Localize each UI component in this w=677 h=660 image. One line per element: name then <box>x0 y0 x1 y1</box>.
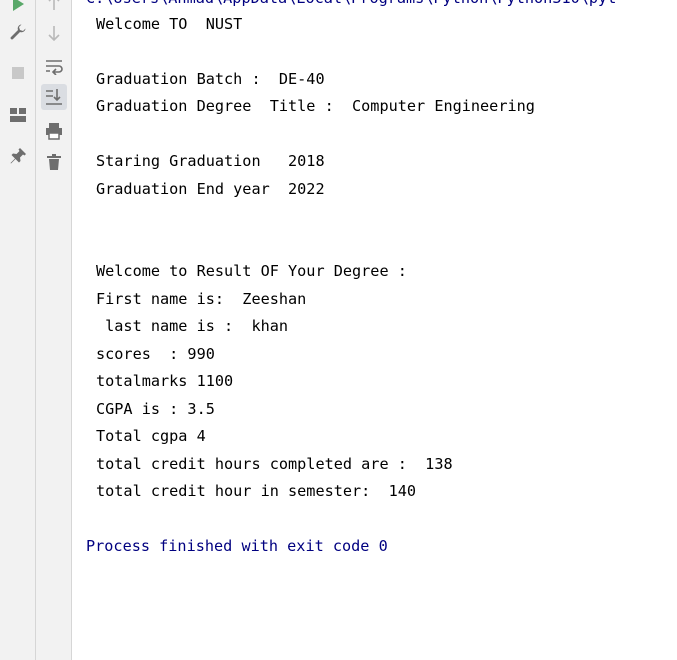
scroll-to-end-icon <box>45 88 63 106</box>
console-line: Total cgpa 4 <box>96 427 206 445</box>
run-toolbar-right <box>36 0 72 660</box>
run-toolbar-left <box>0 0 36 660</box>
console-line: Staring Graduation 2018 <box>96 152 325 170</box>
wrench-icon <box>9 23 27 41</box>
console-line: Graduation Degree Title : Computer Engin… <box>96 97 535 115</box>
console-line: Welcome to Result OF Your Degree : <box>96 262 407 280</box>
stop-icon <box>11 66 25 80</box>
console-line: total credit hours completed are : 138 <box>96 455 453 473</box>
console-line: Welcome TO NUST <box>96 15 243 33</box>
run-tool-window: C:\Users\Ahmad\AppData\Local\Programs\Py… <box>0 0 677 660</box>
scroll-to-end-button[interactable] <box>41 84 67 110</box>
pin-icon <box>9 147 27 165</box>
next-occurrence-button[interactable] <box>41 20 67 46</box>
print-button[interactable] <box>41 118 67 144</box>
soft-wrap-icon <box>45 59 63 75</box>
interpreter-path-line: C:\Users\Ahmad\AppData\Local\Programs\Py… <box>86 0 616 8</box>
settings-button[interactable] <box>5 19 31 45</box>
layout-button[interactable] <box>5 102 31 128</box>
console-line: First name is: Zeeshan <box>96 290 307 308</box>
stop-button[interactable] <box>5 60 31 86</box>
print-icon <box>45 122 63 140</box>
layout-icon <box>9 107 27 123</box>
run-icon <box>10 0 26 12</box>
console-line: totalmarks 1100 <box>96 372 234 390</box>
pin-tab-button[interactable] <box>5 143 31 169</box>
clear-all-button[interactable] <box>41 149 67 175</box>
console-line: total credit hour in semester: 140 <box>96 482 417 500</box>
trash-icon <box>46 153 62 171</box>
console-line: scores : 990 <box>96 345 215 363</box>
console-line: Graduation End year 2022 <box>96 180 325 198</box>
console-output[interactable]: C:\Users\Ahmad\AppData\Local\Programs\Py… <box>72 0 677 660</box>
process-finished-line: Process finished with exit code 0 <box>86 537 388 555</box>
previous-occurrence-button[interactable] <box>41 0 67 16</box>
console-line: last name is : khan <box>96 317 289 335</box>
run-button[interactable] <box>5 0 31 17</box>
soft-wrap-button[interactable] <box>41 54 67 80</box>
console-line: Graduation Batch : DE-40 <box>96 70 325 88</box>
down-arrow-icon <box>47 25 61 41</box>
console-line: CGPA is : 3.5 <box>96 400 215 418</box>
up-arrow-icon <box>47 0 61 11</box>
